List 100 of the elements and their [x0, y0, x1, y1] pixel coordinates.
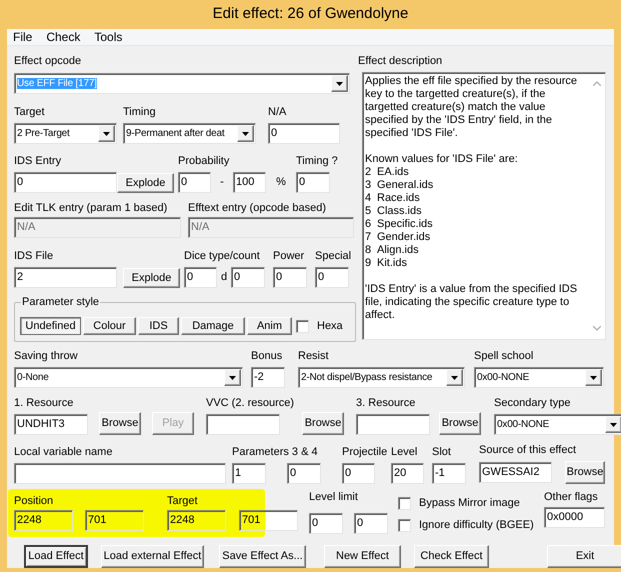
text-field[interactable]: 0: [296, 172, 330, 193]
field-label: Local variable name: [14, 446, 114, 459]
button[interactable]: Browse: [99, 412, 141, 435]
button[interactable]: Explode: [117, 173, 174, 193]
text-field[interactable]: -1: [432, 463, 466, 484]
dropdown[interactable]: 9-Permanent after deat: [123, 123, 256, 144]
text-field[interactable]: 0: [178, 172, 211, 193]
button[interactable]: Save Effect As...: [219, 545, 306, 568]
text-field[interactable]: [206, 414, 280, 435]
field-label: Probability: [178, 155, 230, 168]
checkbox[interactable]: [398, 497, 411, 510]
ids-file-name: Kit.ids: [377, 257, 407, 270]
text-field[interactable]: 0x0000: [544, 507, 605, 528]
button[interactable]: Browse: [302, 412, 344, 435]
checkbox[interactable]: [296, 320, 309, 332]
window-title: Edit effect: 26 of Gwendolyne: [212, 4, 408, 24]
ids-number: 6: [365, 218, 372, 231]
text-field[interactable]: 0: [231, 267, 265, 288]
button[interactable]: Check Effect: [414, 545, 489, 568]
checkbox-label: Ignore difficulty (BGEE): [419, 519, 534, 532]
ids-file-name: General.ids: [377, 179, 434, 192]
field-label: Secondary type: [494, 397, 572, 410]
field-label: Special: [315, 250, 352, 263]
button[interactable]: Exit: [547, 545, 621, 568]
menu-item[interactable]: File: [8, 31, 38, 43]
menu-item[interactable]: Check: [41, 31, 86, 43]
text-field[interactable]: [14, 463, 226, 484]
button[interactable]: Browse: [439, 412, 482, 435]
text-field[interactable]: 0: [287, 463, 321, 484]
button[interactable]: Undefined: [20, 317, 81, 335]
field-label: Timing ?: [296, 155, 338, 168]
ids-number: 8: [365, 244, 372, 257]
text-field[interactable]: 0: [273, 267, 307, 288]
field-label: Level limit: [309, 491, 359, 504]
text-field[interactable]: UNDHIT3: [14, 414, 88, 435]
text-field[interactable]: 701: [239, 510, 298, 531]
field-label: Spell school: [474, 350, 534, 363]
button[interactable]: Anim: [247, 317, 292, 335]
group-label: Parameter style: [21, 296, 100, 309]
button[interactable]: Load external Effect: [101, 545, 204, 568]
field-label: Effect opcode: [14, 55, 82, 68]
text-field[interactable]: [356, 414, 430, 435]
text-field[interactable]: 1: [232, 463, 266, 484]
caret-icon: [336, 82, 343, 86]
ids-file-name: EA.ids: [377, 166, 409, 179]
text-field[interactable]: 100: [233, 172, 266, 193]
text-field[interactable]: 0: [342, 463, 375, 484]
description-text: 'IDS Entry' is a value from the specified IDS file, indicating the specific creature type to affect.: [365, 283, 578, 322]
text-field[interactable]: 0: [268, 123, 340, 144]
text-field[interactable]: 0: [309, 513, 343, 534]
dropdown[interactable]: 0-None: [14, 367, 243, 388]
ids-number: 3: [365, 179, 372, 192]
button[interactable]: Explode: [123, 268, 180, 288]
field-label: 1. Resource: [14, 397, 74, 410]
text-field[interactable]: 20: [391, 463, 424, 484]
field-label: Projectile: [342, 446, 388, 459]
text-field[interactable]: 0: [14, 172, 117, 193]
menu-item[interactable]: Tools: [89, 31, 128, 43]
text-field[interactable]: 0: [315, 267, 349, 288]
dropdown[interactable]: 0x00-NONE: [494, 414, 621, 435]
description-text: Known values for 'IDS File' are:: [365, 153, 519, 166]
range-separator: -: [219, 175, 225, 190]
ids-number: 7: [365, 231, 372, 244]
dropdown[interactable]: 0x00-NONE: [474, 367, 604, 388]
field-label: Resist: [298, 350, 330, 363]
text-field[interactable]: GWESSAI2: [479, 462, 552, 483]
dropdown[interactable]: 2-Not dispel/Bypass resistance: [298, 367, 465, 388]
caret-icon: [229, 376, 236, 380]
text-field[interactable]: 0: [354, 513, 388, 534]
field-label: Effect description: [358, 55, 444, 68]
field-label: Timing: [123, 106, 157, 119]
checkbox-label: Bypass Mirror image: [419, 497, 520, 510]
field-label: Edit TLK entry (param 1 based): [14, 202, 168, 215]
field-label: Other flags: [544, 491, 599, 504]
field-label: Target: [14, 106, 46, 119]
text-field[interactable]: 701: [85, 510, 144, 531]
text-field[interactable]: 2248: [14, 510, 73, 531]
button[interactable]: Colour: [83, 317, 136, 335]
percent-sign: %: [275, 175, 287, 190]
button[interactable]: Browse: [565, 461, 605, 484]
button[interactable]: New Effect: [324, 545, 401, 568]
field-label: IDS File: [14, 250, 54, 263]
field-label: Slot: [432, 446, 452, 459]
text-field[interactable]: 2248: [167, 510, 226, 531]
button[interactable]: Damage: [181, 317, 245, 335]
dice-separator: d: [220, 270, 228, 286]
text-field[interactable]: -2: [251, 367, 285, 388]
field-label: Level: [391, 446, 418, 459]
ids-file-name: Race.ids: [377, 192, 420, 205]
text-field[interactable]: 0: [184, 267, 217, 288]
field-label: Bonus: [251, 350, 284, 363]
field-label: Parameters 3 & 4: [232, 446, 319, 459]
checkbox[interactable]: [398, 519, 411, 532]
text-field[interactable]: 2: [14, 267, 117, 288]
button[interactable]: Load Effect: [24, 545, 88, 568]
ids-file-name: Align.ids: [377, 244, 419, 257]
field-label: Position: [14, 495, 54, 508]
button[interactable]: IDS: [138, 317, 179, 335]
dropdown[interactable]: 2 Pre-Target: [14, 123, 117, 144]
field-label: Saving throw: [14, 350, 79, 363]
